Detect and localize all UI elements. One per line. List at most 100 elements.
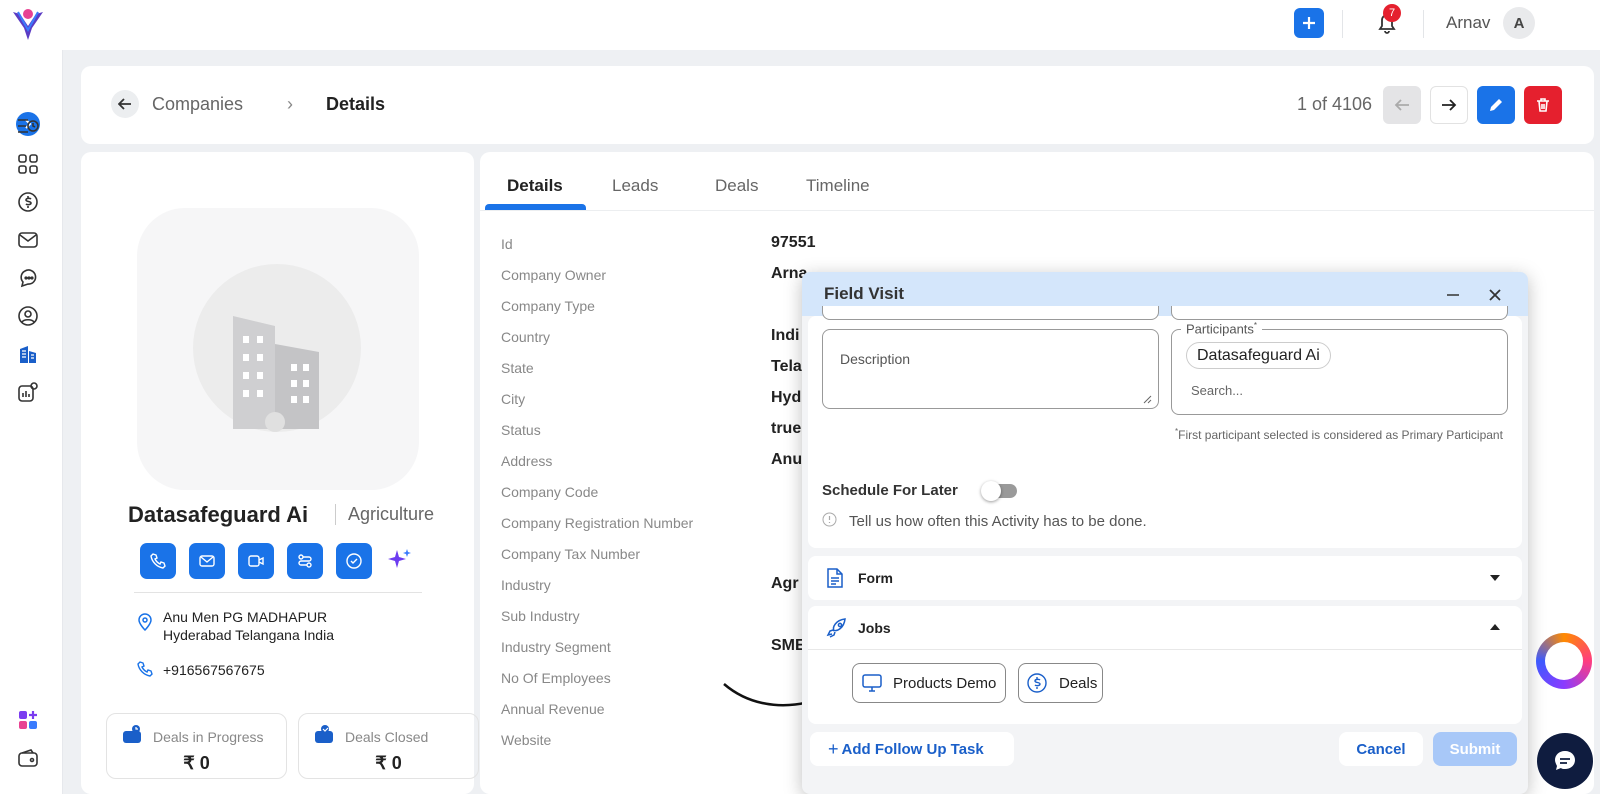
address-line-1: Anu Men PG MADHAPUR [163, 609, 328, 625]
ai-sparkle-icon[interactable] [381, 543, 417, 579]
previous-field[interactable] [1171, 306, 1508, 320]
tab-deals[interactable]: Deals [715, 176, 758, 196]
back-button[interactable] [111, 90, 139, 118]
activities-icon[interactable] [16, 114, 40, 138]
job-products-demo[interactable]: Products Demo [852, 663, 1006, 703]
jobs-list: Products Demo Deals [808, 650, 1522, 724]
call-button[interactable] [140, 543, 176, 579]
minimize-icon[interactable] [1444, 286, 1462, 304]
field-value: Anu [771, 451, 803, 468]
participants-label: Participants* [1181, 321, 1263, 337]
field-label: Annual Revenue [501, 701, 605, 717]
avatar[interactable]: A [1503, 7, 1535, 39]
close-icon[interactable] [1486, 286, 1504, 304]
monitor-icon [861, 672, 883, 694]
company-summary-card: Datasafeguard Ai Agriculture Anu Men PG … [81, 152, 479, 794]
visit-details-section: Description Participants* Datasafeguard … [808, 306, 1522, 548]
task-button[interactable] [336, 543, 372, 579]
field-label: Company Type [501, 298, 595, 314]
deals-in-progress-card: Deals in Progress ₹ 0 [106, 713, 287, 779]
submit-button[interactable]: Submit [1433, 732, 1517, 766]
schedule-toggle[interactable] [981, 481, 1017, 501]
meeting-button[interactable] [238, 543, 274, 579]
delete-button[interactable] [1524, 86, 1562, 124]
chevron-up-icon[interactable] [1490, 623, 1500, 631]
settings-analytics-icon[interactable] [16, 380, 40, 404]
field-label: Website [501, 732, 552, 748]
cancel-button[interactable]: Cancel [1339, 732, 1423, 766]
top-bar: 7 Arnav A [0, 0, 1600, 50]
next-record-button[interactable] [1430, 86, 1468, 124]
stat-value: ₹ 0 [375, 753, 402, 773]
previous-field[interactable] [822, 306, 1159, 320]
resize-handle-icon[interactable] [1142, 394, 1152, 404]
dashboard-icon[interactable] [16, 152, 40, 176]
jobs-label: Jobs [858, 620, 891, 636]
tab-timeline[interactable]: Timeline [806, 176, 870, 196]
jobs-section-header[interactable]: Jobs [808, 606, 1522, 650]
participants-field[interactable]: Participants* Datasafeguard Ai Search... [1171, 321, 1508, 415]
plus-icon: + [828, 738, 839, 759]
breadcrumb-companies[interactable]: Companies [152, 94, 243, 115]
field-value: SME [771, 637, 806, 654]
phone-icon [136, 660, 154, 678]
divider [1342, 10, 1343, 38]
job-label: Deals [1059, 674, 1098, 692]
schedule-hint: Tell us how often this Activity has to b… [849, 513, 1147, 530]
page-title: Details [326, 94, 386, 114]
field-value: Tela [771, 358, 802, 375]
prev-record-button[interactable] [1383, 86, 1421, 124]
chat-icon[interactable] [16, 266, 40, 290]
tab-details[interactable]: Details [507, 176, 563, 196]
email-button[interactable] [189, 543, 225, 579]
dollar-icon[interactable] [16, 190, 40, 214]
notification-badge: 7 [1383, 4, 1401, 22]
field-label: No Of Employees [501, 670, 611, 686]
field-label: Id [501, 236, 513, 252]
company-icon[interactable] [16, 342, 40, 366]
app-logo-icon[interactable] [10, 6, 46, 42]
field-label: Industry [501, 577, 551, 593]
company-industry: Agriculture [335, 504, 434, 525]
field-label: State [501, 360, 534, 376]
edit-button[interactable] [1477, 86, 1515, 124]
company-image[interactable] [137, 208, 419, 490]
field-label: Company Owner [501, 267, 607, 283]
chat-support-button[interactable] [1537, 733, 1593, 789]
participant-chip[interactable]: Datasafeguard Ai [1186, 342, 1331, 369]
field-visit-modal: Field Visit Description Participants* Da… [802, 272, 1528, 794]
user-name[interactable]: Arnav [1446, 13, 1490, 33]
chevron-right-icon: › [287, 94, 293, 114]
company-phone[interactable]: +916567567675 [163, 662, 265, 678]
contact-icon[interactable] [16, 304, 40, 328]
deals-closed-card: Deals Closed ₹ 0 [298, 713, 479, 779]
wallet-icon[interactable] [16, 746, 40, 770]
add-follow-up-button[interactable]: + Add Follow Up Task [810, 732, 1014, 766]
jobs-section: Jobs Products Demo Deals [808, 606, 1522, 724]
mail-icon[interactable] [16, 228, 40, 252]
field-label: Sub Industry [501, 608, 580, 624]
field-label: Company Registration Number [501, 515, 694, 531]
field-value: Agr [771, 575, 799, 592]
assistant-ring-button[interactable] [1536, 633, 1592, 689]
job-label: Products Demo [893, 674, 997, 692]
schedule-label: Schedule For Later [822, 482, 958, 499]
company-address: Anu Men PG MADHAPUR Hyderabad Telangana … [163, 608, 334, 644]
stat-label: Deals Closed [345, 729, 429, 745]
tab-leads[interactable]: Leads [612, 176, 658, 196]
chevron-down-icon[interactable] [1490, 574, 1500, 582]
form-section-header[interactable]: Form [808, 556, 1522, 600]
assistant-ring-inner [1545, 642, 1583, 680]
add-button[interactable] [1294, 8, 1324, 38]
rocket-icon [826, 617, 848, 639]
description-field[interactable]: Description [822, 329, 1159, 409]
field-label: Company Code [501, 484, 599, 500]
job-deals[interactable]: Deals [1018, 663, 1103, 703]
apps-icon[interactable] [16, 708, 40, 732]
page-header: Companies › Details 1 of 4106 [81, 66, 1594, 144]
field-visit-button[interactable] [287, 543, 323, 579]
field-label: Company Tax Number [501, 546, 641, 562]
participants-label-text: Participants [1186, 321, 1254, 337]
divider [480, 210, 1594, 211]
participant-search-input[interactable]: Search... [1191, 383, 1243, 398]
